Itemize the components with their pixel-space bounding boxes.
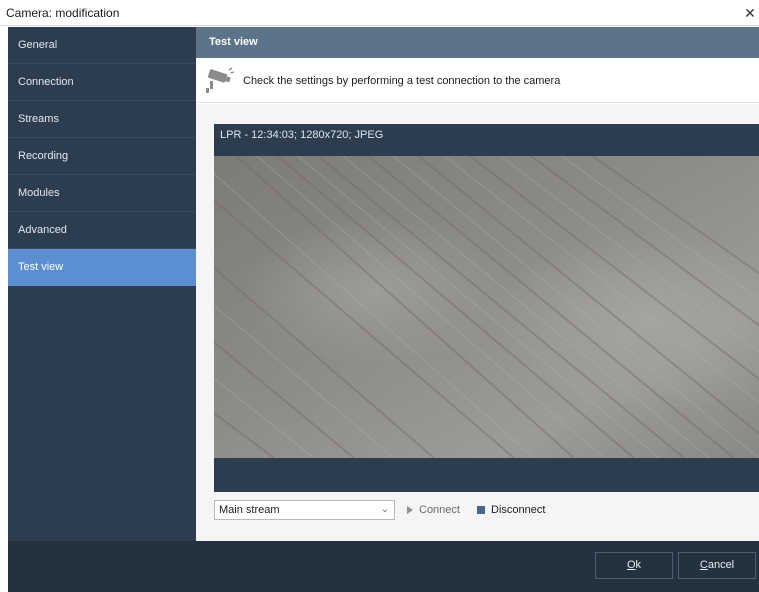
connect-label: Connect [419, 504, 460, 516]
cancel-accelerator: C [699, 559, 708, 571]
camera-icon [205, 66, 235, 94]
sidebar-item-label: Modules [18, 187, 60, 199]
video-caption: LPR - 12:34:03; 1280x720; JPEG [220, 129, 384, 141]
sidebar-item-test-view[interactable]: Test view [8, 249, 196, 286]
connect-button[interactable]: Connect [407, 500, 460, 520]
sidebar-item-recording[interactable]: Recording [8, 138, 196, 175]
sidebar-item-label: Recording [18, 150, 69, 162]
close-icon[interactable]: ✕ [741, 3, 759, 23]
sidebar-item-label: Streams [18, 113, 59, 125]
ok-button[interactable]: Ok [595, 552, 673, 579]
sidebar-item-label: Test view [18, 261, 64, 273]
window-titlebar: Camera: modification ✕ [0, 0, 759, 26]
video-panel: LPR - 12:34:03; 1280x720; JPEG [214, 124, 759, 492]
stream-controls: Main stream ⌄ Connect Disconnect [214, 500, 759, 520]
cancel-label-rest: ancel [707, 559, 735, 571]
ok-label-rest: k [635, 559, 642, 571]
sidebar-item-label: General [18, 39, 58, 51]
chevron-down-icon: ⌄ [380, 504, 390, 515]
sidebar-item-general[interactable]: General [8, 27, 196, 64]
sidebar-item-label: Connection [18, 76, 74, 88]
sidebar-item-label: Advanced [18, 224, 67, 236]
main-panel: Test view Check the settings by performi… [196, 27, 759, 541]
stream-select[interactable]: Main stream ⌄ [214, 500, 395, 520]
disconnect-label: Disconnect [491, 504, 546, 516]
info-text: Check the settings by performing a test … [243, 75, 561, 87]
window-title: Camera: modification [6, 6, 120, 20]
stream-select-value: Main stream [219, 504, 280, 516]
section-title: Test view [196, 27, 759, 58]
sidebar-item-streams[interactable]: Streams [8, 101, 196, 138]
play-icon [407, 506, 413, 514]
sidebar-item-modules[interactable]: Modules [8, 175, 196, 212]
sidebar-item-advanced[interactable]: Advanced [8, 212, 196, 249]
info-row: Check the settings by performing a test … [196, 58, 759, 103]
ok-accelerator: O [626, 559, 636, 571]
cancel-button[interactable]: Cancel [678, 552, 756, 579]
settings-sidebar: General Connection Streams Recording Mod… [8, 27, 196, 541]
sidebar-item-connection[interactable]: Connection [8, 64, 196, 101]
dialog-footer: Ok Cancel [8, 541, 759, 592]
disconnect-button[interactable]: Disconnect [477, 500, 545, 520]
camera-preview-image [214, 156, 759, 458]
stop-icon [477, 506, 485, 514]
